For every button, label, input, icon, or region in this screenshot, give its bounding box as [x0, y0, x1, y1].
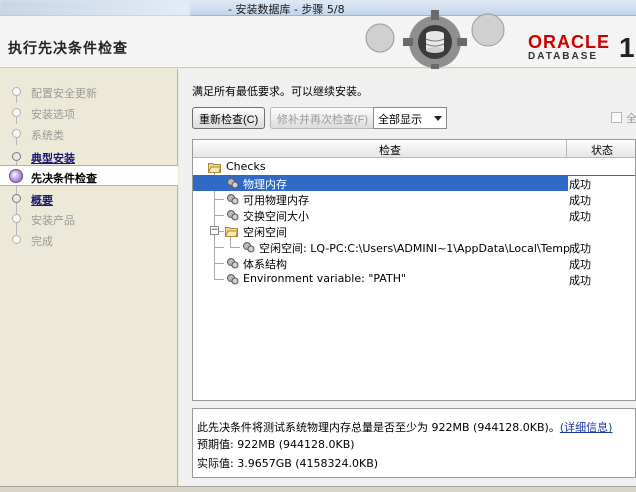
blurred-title-region	[0, 0, 190, 16]
ignore-all-checkbox[interactable]	[611, 112, 622, 123]
oracle-logo: ORACLE DATABASE	[528, 32, 610, 62]
sidebar-item-label[interactable]: 概要	[31, 192, 53, 208]
check-status: 成功	[569, 274, 591, 287]
expected-label: 预期值	[197, 438, 230, 451]
checks-table: 检查 状态 Checks 物理内存 成功 可用物理内存 成功 交换空间大小 成功…	[192, 139, 636, 401]
window-title: - 安装数据库 - 步骤 5/8	[228, 3, 345, 16]
expected-value-line: 预期值: 922MB (944128.0KB)	[197, 436, 355, 452]
detail-description-text: 此先决条件将测试系统物理内存总量是否至少为 922MB (944128.0KB)…	[197, 421, 560, 434]
check-name: 体系结构	[243, 258, 287, 271]
sidebar-item-label: 先决条件检查	[31, 172, 97, 185]
gear-icon	[227, 210, 239, 221]
table-row[interactable]: 交换空间大小 成功	[193, 207, 635, 223]
gear-icon	[227, 194, 239, 205]
detail-description: 此先决条件将测试系统物理内存总量是否至少为 922MB (944128.0KB)…	[197, 419, 612, 435]
oracle-brand-sub: DATABASE	[528, 51, 599, 62]
folder-icon	[225, 227, 238, 237]
chevron-down-icon	[434, 116, 442, 121]
bottom-button-bar	[0, 486, 636, 492]
page-title: 执行先决条件检查	[8, 41, 128, 57]
header-banner: 执行先决条件检查 ORACLE DATABASE 1	[0, 10, 636, 72]
sidebar-item-label: 安装产品	[31, 214, 75, 227]
check-name: 交换空间大小	[243, 210, 309, 223]
step-bullet-icon	[12, 129, 21, 138]
status-message: 满足所有最低要求。可以继续安装。	[192, 85, 368, 98]
sidebar-item-label: 完成	[31, 235, 53, 248]
current-step-icon	[9, 169, 23, 183]
actual-label: 实际值	[197, 457, 230, 470]
table-row[interactable]: Environment variable: "PATH" 成功	[193, 271, 635, 287]
sidebar-item-label: 配置安全更新	[31, 87, 97, 100]
actual-value-line: 实际值: 3.9657GB (4158324.0KB)	[197, 455, 378, 471]
table-row[interactable]: Checks	[193, 159, 635, 175]
check-details-panel: 此先决条件将测试系统物理内存总量是否至少为 922MB (944128.0KB)…	[192, 408, 636, 478]
filter-dropdown-value: 全部显示	[378, 113, 422, 126]
step-bullet-icon	[12, 214, 21, 223]
check-status: 成功	[569, 210, 591, 223]
check-name: Checks	[226, 160, 266, 173]
step-bullet-icon	[12, 152, 21, 161]
check-status: 成功	[569, 242, 591, 255]
column-divider[interactable]	[566, 140, 567, 158]
table-row[interactable]: 可用物理内存 成功	[193, 191, 635, 207]
table-row[interactable]: 体系结构 成功	[193, 255, 635, 271]
expected-value: : 922MB (944128.0KB)	[230, 438, 355, 451]
check-name: 空闲空间	[243, 226, 287, 239]
check-name: 物理内存	[243, 178, 287, 191]
step-bullet-icon	[12, 194, 21, 203]
gears-graphic-icon	[365, 10, 505, 72]
check-status: 成功	[569, 258, 591, 271]
sidebar-item-system-class: 系统类	[0, 123, 178, 144]
sidebar-item-install-options: 安装选项	[0, 102, 178, 123]
collapse-toggle-icon[interactable]: −	[210, 226, 219, 235]
more-details-link[interactable]: (详细信息)	[560, 421, 613, 434]
column-header-status[interactable]: 状态	[591, 142, 613, 158]
column-header-check[interactable]: 检查	[379, 142, 401, 158]
filter-dropdown[interactable]: 全部显示	[373, 107, 447, 129]
sidebar-item-label: 系统类	[31, 129, 64, 142]
main-panel: 满足所有最低要求。可以继续安装。 重新检查(C) 修补并再次检查(F) 全部显示…	[179, 69, 636, 492]
version-number: 1	[619, 32, 635, 63]
check-name: Environment variable: "PATH"	[243, 272, 407, 285]
gear-icon	[227, 178, 239, 189]
folder-icon	[208, 163, 221, 173]
step-bullet-icon	[12, 87, 21, 96]
sidebar-item-install-product: 安装产品	[0, 208, 178, 229]
sidebar-item-summary[interactable]: 概要	[0, 188, 178, 209]
oracle-brand: ORACLE	[528, 32, 610, 52]
step-bullet-icon	[12, 108, 21, 117]
gear-icon	[227, 258, 239, 269]
table-header: 检查 状态	[193, 140, 635, 158]
actual-value: : 3.9657GB (4158324.0KB)	[230, 457, 379, 470]
sidebar-item-label[interactable]: 典型安装	[31, 150, 75, 166]
sidebar-item-security-updates: 配置安全更新	[0, 81, 178, 102]
sidebar-item-finish: 完成	[0, 229, 178, 250]
recheck-button[interactable]: 重新检查(C)	[192, 107, 266, 129]
gear-icon	[243, 242, 255, 253]
wizard-steps-sidebar: 配置安全更新 安装选项 系统类 典型安装 先决条件检查 概要 安装产品 完成	[0, 69, 178, 492]
check-status: 成功	[569, 194, 591, 207]
title-bar: - 安装数据库 - 步骤 5/8	[0, 0, 636, 16]
table-row[interactable]: − 空闲空间	[193, 223, 635, 239]
sidebar-item-label: 安装选项	[31, 108, 75, 121]
table-row[interactable]: 空闲空间: LQ-PC:C:\Users\ADMINI~1\AppData\Lo…	[193, 239, 635, 255]
gear-icon	[227, 274, 239, 285]
sidebar-item-prerequisite-checks[interactable]: 先决条件检查	[0, 165, 178, 186]
check-name: 空闲空间: LQ-PC:C:\Users\ADMINI~1\AppData\Lo…	[259, 242, 571, 255]
sidebar-item-typical-install[interactable]: 典型安装	[0, 146, 178, 167]
fix-and-recheck-button: 修补并再次检查(F)	[270, 107, 376, 129]
step-bullet-icon	[12, 235, 21, 244]
check-name: 可用物理内存	[243, 194, 309, 207]
check-status: 成功	[568, 176, 635, 192]
table-row[interactable]: 物理内存 成功	[193, 175, 635, 192]
ignore-all-label: 全	[626, 112, 636, 125]
